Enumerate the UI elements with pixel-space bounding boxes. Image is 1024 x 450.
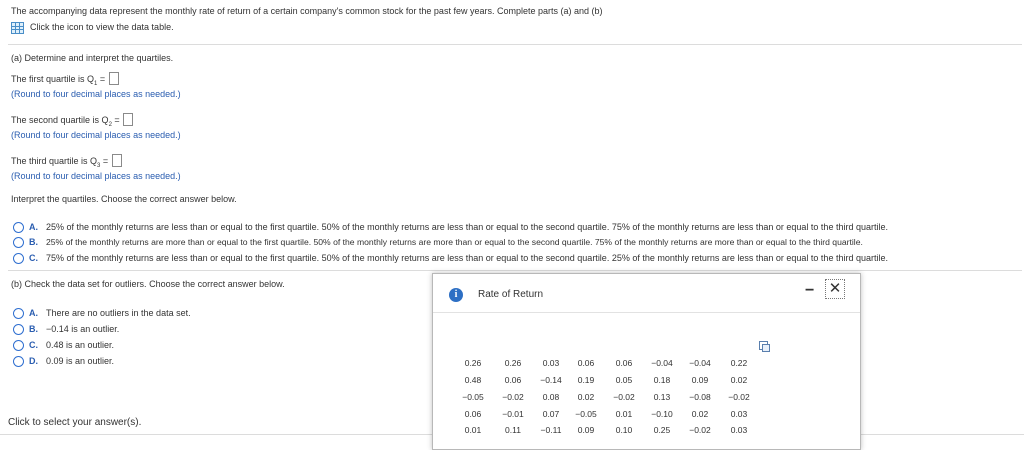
table-cell: 0.05 <box>615 375 633 385</box>
table-cell: 0.01 <box>615 409 633 419</box>
table-cell: −0.02 <box>502 392 524 402</box>
table-cell: −0.11 <box>540 425 562 435</box>
table-cell: 0.09 <box>577 425 595 435</box>
option-text[interactable]: There are no outliers in the data set. <box>46 308 191 318</box>
q1-label: The first quartile is Q <box>11 74 95 84</box>
option-letter: C. <box>29 253 38 263</box>
data-table-link-text[interactable]: Click the icon to view the data table. <box>30 22 174 32</box>
copy-icon-back <box>762 344 770 352</box>
table-cell: −0.01 <box>502 409 524 419</box>
header-divider <box>8 44 1022 45</box>
radio-button[interactable] <box>13 253 24 264</box>
option-letter: B. <box>29 324 38 334</box>
option-text[interactable]: 0.09 is an outlier. <box>46 356 114 366</box>
table-cell: 0.48 <box>464 375 482 385</box>
option-letter: A. <box>29 222 38 232</box>
radio-button[interactable] <box>13 308 24 319</box>
radio-button[interactable] <box>13 324 24 335</box>
option-text[interactable]: 75% of the monthly returns are less than… <box>46 253 888 263</box>
option-letter: C. <box>29 340 38 350</box>
table-cell: 0.22 <box>730 358 748 368</box>
table-cell: −0.05 <box>462 392 484 402</box>
table-cell: −0.04 <box>689 358 711 368</box>
table-cell: −0.08 <box>689 392 711 402</box>
interpret-prompt: Interpret the quartiles. Choose the corr… <box>11 194 237 204</box>
status-text: Click to select your answer(s). <box>8 417 142 428</box>
table-cell: 0.01 <box>464 425 482 435</box>
table-cell: −0.10 <box>651 409 673 419</box>
q3-row: The third quartile is Q3 = <box>11 154 122 169</box>
table-cell: 0.19 <box>577 375 595 385</box>
q1-round-note: (Round to four decimal places as needed.… <box>11 89 181 99</box>
close-button[interactable]: ✕ <box>825 279 845 299</box>
data-table-icon[interactable] <box>11 22 24 34</box>
table-cell: 0.02 <box>730 375 748 385</box>
q3-label: The third quartile is Q <box>11 156 98 166</box>
option-text[interactable]: 0.48 is an outlier. <box>46 340 114 350</box>
part-a-heading: (a) Determine and interpret the quartile… <box>11 53 174 63</box>
section-divider <box>8 270 1022 271</box>
q3-equals: = <box>100 156 111 166</box>
table-cell: 0.06 <box>615 358 633 368</box>
q1-row: The first quartile is Q1 = <box>11 72 119 87</box>
table-cell: 0.02 <box>691 409 709 419</box>
dialog-title: Rate of Return <box>478 289 544 300</box>
table-cell: 0.08 <box>542 392 560 402</box>
q2-row: The second quartile is Q2 = <box>11 113 134 128</box>
table-cell: −0.04 <box>651 358 673 368</box>
rate-of-return-dialog: i Rate of Return − ✕ 0.26 0.26 0.03 0.06 0.0… <box>432 273 861 450</box>
option-letter: D. <box>29 356 38 366</box>
table-cell: 0.03 <box>542 358 560 368</box>
q2-label: The second quartile is Q <box>11 115 109 125</box>
table-cell: 0.10 <box>615 425 633 435</box>
table-cell: 0.03 <box>730 425 748 435</box>
question-prompt: The accompanying data represent the mont… <box>11 6 603 16</box>
table-cell: 0.06 <box>464 409 482 419</box>
q1-equals: = <box>97 74 108 84</box>
table-cell: 0.06 <box>577 358 595 368</box>
info-icon: i <box>449 288 463 302</box>
copy-icon[interactable] <box>759 341 770 352</box>
table-cell: 0.09 <box>691 375 709 385</box>
q3-answer-input[interactable] <box>111 154 122 167</box>
q3-round-note: (Round to four decimal places as needed.… <box>11 171 181 181</box>
option-letter: B. <box>29 237 38 247</box>
table-cell: 0.06 <box>504 375 522 385</box>
table-cell: 0.25 <box>653 425 671 435</box>
table-cell: −0.05 <box>575 409 597 419</box>
table-cell: −0.02 <box>613 392 635 402</box>
radio-button[interactable] <box>13 340 24 351</box>
option-text[interactable]: 25% of the monthly returns are less than… <box>46 222 888 232</box>
option-text[interactable]: 25% of the monthly returns are more than… <box>46 237 863 247</box>
q2-answer-input[interactable] <box>123 113 134 126</box>
table-cell: 0.13 <box>653 392 671 402</box>
table-cell: 0.02 <box>577 392 595 402</box>
minimize-button[interactable]: − <box>805 282 814 300</box>
table-cell: −0.02 <box>689 425 711 435</box>
table-cell: −0.14 <box>540 375 562 385</box>
table-cell: 0.18 <box>653 375 671 385</box>
q2-equals: = <box>111 115 123 125</box>
radio-button[interactable] <box>13 356 24 367</box>
option-text[interactable]: −0.14 is an outlier. <box>46 324 119 334</box>
table-cell: 0.26 <box>464 358 482 368</box>
q2-round-note: (Round to four decimal places as needed.… <box>11 130 181 140</box>
table-cell: 0.03 <box>730 409 748 419</box>
table-cell: −0.02 <box>728 392 750 402</box>
dialog-header-divider <box>433 312 860 313</box>
table-cell: 0.07 <box>542 409 560 419</box>
radio-button[interactable] <box>13 237 24 248</box>
table-cell: 0.11 <box>505 425 521 435</box>
q1-answer-input[interactable] <box>108 72 119 85</box>
option-letter: A. <box>29 308 38 318</box>
radio-button[interactable] <box>13 222 24 233</box>
table-cell: 0.26 <box>504 358 522 368</box>
part-b-heading: (b) Check the data set for outliers. Cho… <box>11 279 285 289</box>
